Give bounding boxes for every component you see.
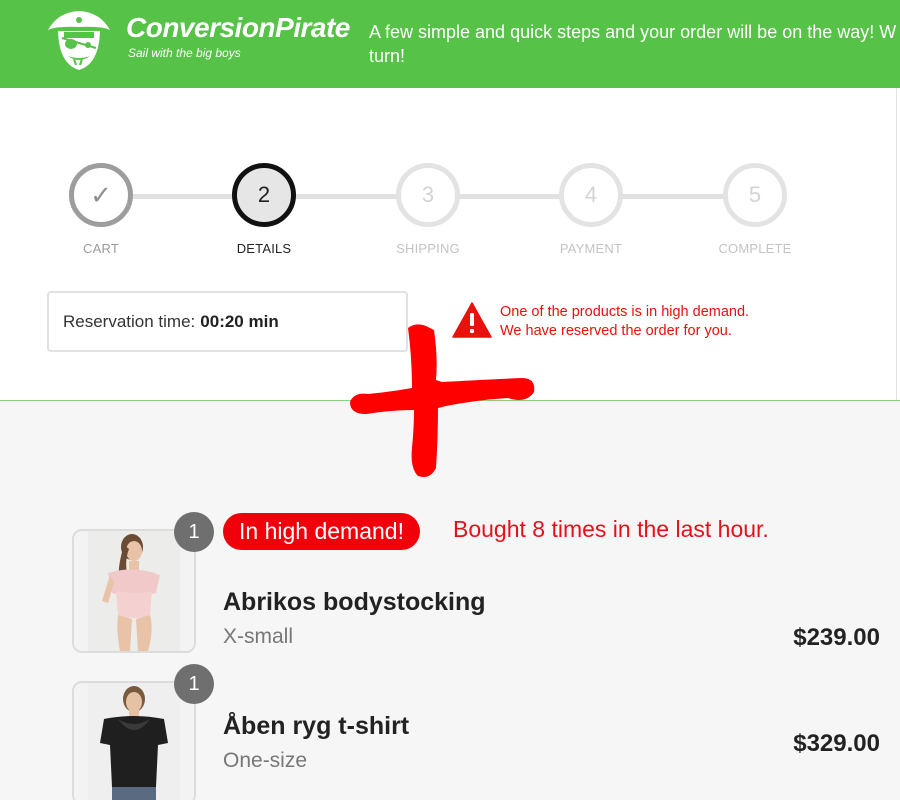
step-complete-number: 5 (748, 182, 762, 207)
step-cart-circle: ✓ (69, 163, 133, 227)
high-demand-badge: In high demand! (223, 513, 420, 550)
step-payment-circle: 4 (559, 163, 623, 227)
step-cart[interactable]: ✓ CART (41, 163, 161, 256)
product-name[interactable]: Åben ryg t-shirt (223, 712, 409, 741)
quantity-badge: 1 (174, 664, 214, 704)
product-price: $239.00 (793, 624, 880, 651)
step-shipping-circle: 3 (396, 163, 460, 227)
step-shipping: 3 SHIPPING (368, 163, 488, 256)
product-variant: One-size (223, 749, 308, 772)
reservation-time: 00:20 min (200, 311, 279, 331)
product-image-bodystocking[interactable] (72, 529, 196, 653)
brand-tagline: Sail with the big boys (128, 46, 241, 60)
product-name[interactable]: Abrikos bodystocking (223, 588, 486, 617)
step-payment-label: PAYMENT (559, 241, 623, 256)
bought-count-text: Bought 8 times in the last hour. (453, 516, 769, 542)
step-shipping-number: 3 (421, 182, 435, 207)
pirate-logo-icon[interactable] (44, 8, 114, 74)
step-complete-circle: 5 (723, 163, 787, 227)
step-complete: 5 COMPLETE (695, 163, 815, 256)
step-complete-label: COMPLETE (718, 241, 792, 256)
red-plus-annotation-icon (350, 324, 535, 477)
step-cart-label: CART (83, 241, 119, 256)
step-payment-number: 4 (584, 182, 598, 207)
checkmark-icon: ✓ (90, 179, 112, 210)
step-details-label: DETAILS (236, 241, 292, 256)
product-image-tshirt[interactable] (72, 681, 196, 800)
quantity-badge: 1 (174, 512, 214, 552)
product-photo-tshirt (74, 683, 194, 800)
product-variant: X-small (223, 625, 294, 648)
step-shipping-label: SHIPPING (396, 241, 460, 256)
checkout-stepper: ✓ CART 2 DETAILS 3 SHIPPING 4 PAYMENT 5 … (0, 163, 900, 273)
header-message: A few simple and quick steps and your or… (369, 22, 897, 66)
step-payment: 4 PAYMENT (531, 163, 651, 256)
step-details-circle: 2 (232, 163, 296, 227)
site-header: ConversionPirate Sail with the big boys … (0, 0, 900, 88)
reservation-label: Reservation time: (63, 311, 196, 331)
product-price: $329.00 (793, 730, 880, 757)
product-photo-bodystocking (74, 531, 194, 651)
step-details[interactable]: 2 DETAILS (204, 163, 324, 256)
step-details-number: 2 (257, 182, 271, 207)
brand-name[interactable]: ConversionPirate (126, 12, 350, 44)
